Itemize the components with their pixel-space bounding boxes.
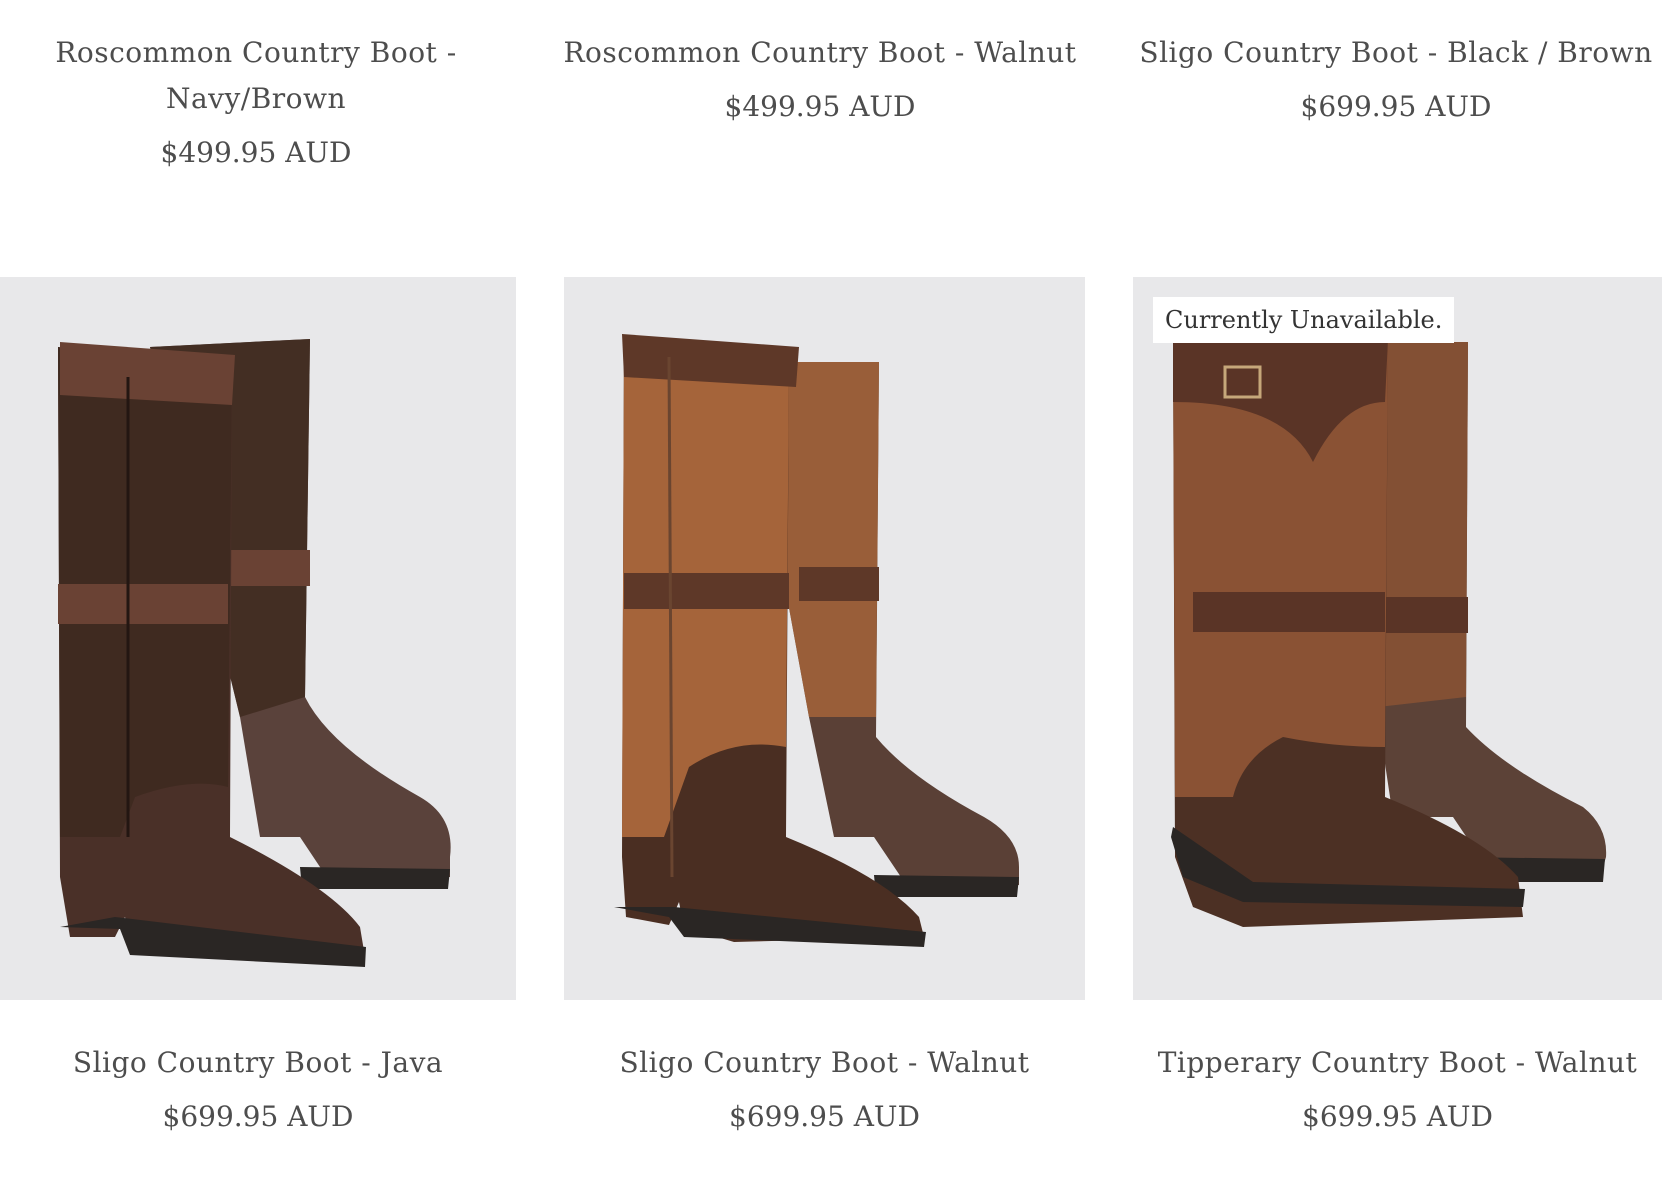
product-image-sligo-walnut[interactable]	[564, 277, 1085, 1000]
boot-pair-image	[1171, 339, 1607, 927]
product-item-roscommon-walnut[interactable]: Roscommon Country Boot - Walnut $499.95 …	[560, 30, 1080, 130]
product-item-sligo-walnut[interactable]: Sligo Country Boot - Walnut $699.95 AUD	[564, 1040, 1085, 1140]
product-title-link[interactable]: Roscommon Country Boot - Navy/Brown	[0, 30, 512, 122]
product-title-continued: Navy/Brown	[165, 82, 347, 115]
product-grid-page: Roscommon Country Boot - Navy/Brown $499…	[0, 0, 1662, 1183]
availability-badge: Currently Unavailable.	[1153, 297, 1455, 343]
product-price: $699.95 AUD	[162, 1100, 354, 1133]
product-title: Tipperary Country Boot - Walnut	[1157, 1046, 1638, 1079]
product-title-link[interactable]: Tipperary Country Boot - Walnut	[1133, 1040, 1662, 1086]
boot-front	[614, 334, 926, 947]
boot-back	[1373, 342, 1607, 882]
product-price: $699.95 AUD	[1300, 90, 1492, 123]
product-item-sligo-java[interactable]: Sligo Country Boot - Java $699.95 AUD	[0, 1040, 516, 1140]
product-title-link[interactable]: Sligo Country Boot - Walnut	[564, 1040, 1085, 1086]
product-title: Roscommon Country Boot - Walnut	[563, 36, 1077, 69]
product-image-sligo-java[interactable]	[0, 277, 516, 1000]
product-price: $699.95 AUD	[1302, 1100, 1493, 1133]
product-price: $499.95 AUD	[160, 136, 352, 169]
boot-pair-image	[58, 339, 451, 967]
product-title: Roscommon Country Boot -	[55, 36, 457, 69]
product-image-tipperary-walnut[interactable]: Currently Unavailable.	[1133, 277, 1662, 1000]
product-title-link[interactable]: Roscommon Country Boot - Walnut	[560, 30, 1080, 76]
product-title-link[interactable]: Sligo Country Boot - Java	[0, 1040, 516, 1086]
product-title: Sligo Country Boot - Black / Brown	[1139, 36, 1653, 69]
product-price: $699.95 AUD	[729, 1100, 920, 1133]
product-title: Sligo Country Boot - Walnut	[619, 1046, 1030, 1079]
product-title-link[interactable]: Sligo Country Boot - Black / Brown	[1130, 30, 1662, 76]
product-item-tipperary-walnut[interactable]: Tipperary Country Boot - Walnut $699.95 …	[1133, 1040, 1662, 1140]
boot-pair-image	[614, 334, 1019, 947]
product-item-roscommon-navy[interactable]: Roscommon Country Boot - Navy/Brown $499…	[0, 30, 512, 176]
product-title: Sligo Country Boot - Java	[72, 1046, 444, 1079]
product-item-sligo-black-brown[interactable]: Sligo Country Boot - Black / Brown $699.…	[1130, 30, 1662, 130]
product-price: $499.95 AUD	[724, 90, 916, 123]
